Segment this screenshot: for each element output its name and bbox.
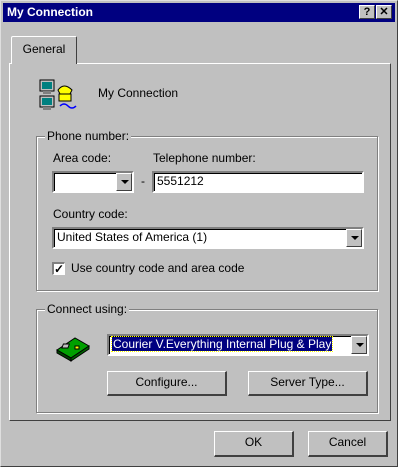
connection-name: My Connection: [98, 86, 179, 100]
tab-general-label: General: [22, 42, 66, 56]
country-code-label: Country code:: [53, 207, 128, 221]
area-code-label: Area code:: [53, 151, 112, 165]
title-bar[interactable]: My Connection ? ✕: [3, 3, 395, 22]
dialup-computer-icon: [39, 79, 77, 110]
phone-number-group-label: Phone number:: [45, 129, 132, 143]
country-code-select[interactable]: United States of America (1): [52, 227, 364, 249]
modem-card-icon: [56, 337, 90, 362]
modem-select[interactable]: Courier V.Everything Internal Plug & Pla…: [107, 334, 369, 356]
country-code-dropdown-arrow[interactable]: [346, 229, 362, 247]
country-code-value: United States of America (1): [57, 230, 208, 244]
phone-separator: -: [141, 174, 145, 188]
cancel-button[interactable]: Cancel: [308, 431, 388, 457]
server-type-button[interactable]: Server Type...: [248, 371, 368, 396]
telephone-number-value: 5551212: [157, 174, 204, 188]
modem-dropdown-arrow[interactable]: [351, 336, 367, 354]
connect-using-group-label: Connect using:: [45, 302, 130, 316]
telephone-number-input[interactable]: 5551212: [152, 171, 364, 193]
modem-value-wrapper: Courier V.Everything Internal Plug & Pla…: [110, 336, 334, 352]
use-codes-checkbox[interactable]: ✓: [52, 262, 65, 275]
telephone-number-label: Telephone number:: [153, 151, 256, 165]
help-button[interactable]: ?: [359, 5, 375, 19]
use-codes-label[interactable]: Use country code and area code: [71, 261, 244, 275]
connect-using-group: Connect using: Courier V.Everything Inte…: [36, 302, 378, 413]
dialog-window: My Connection ? ✕ General My Connection …: [0, 0, 398, 467]
area-code-dropdown-arrow[interactable]: [116, 173, 132, 191]
window-title: My Connection: [7, 5, 93, 19]
close-button[interactable]: ✕: [376, 5, 392, 19]
tab-general[interactable]: General: [11, 36, 77, 64]
general-panel: My Connection Phone number: Area code: -…: [9, 63, 391, 421]
phone-number-group: Phone number: Area code: - Telephone num…: [36, 129, 378, 291]
modem-value: Courier V.Everything Internal Plug & Pla…: [110, 336, 334, 352]
area-code-combobox[interactable]: [52, 171, 134, 193]
ok-button[interactable]: OK: [214, 431, 294, 457]
configure-button[interactable]: Configure...: [107, 371, 227, 396]
